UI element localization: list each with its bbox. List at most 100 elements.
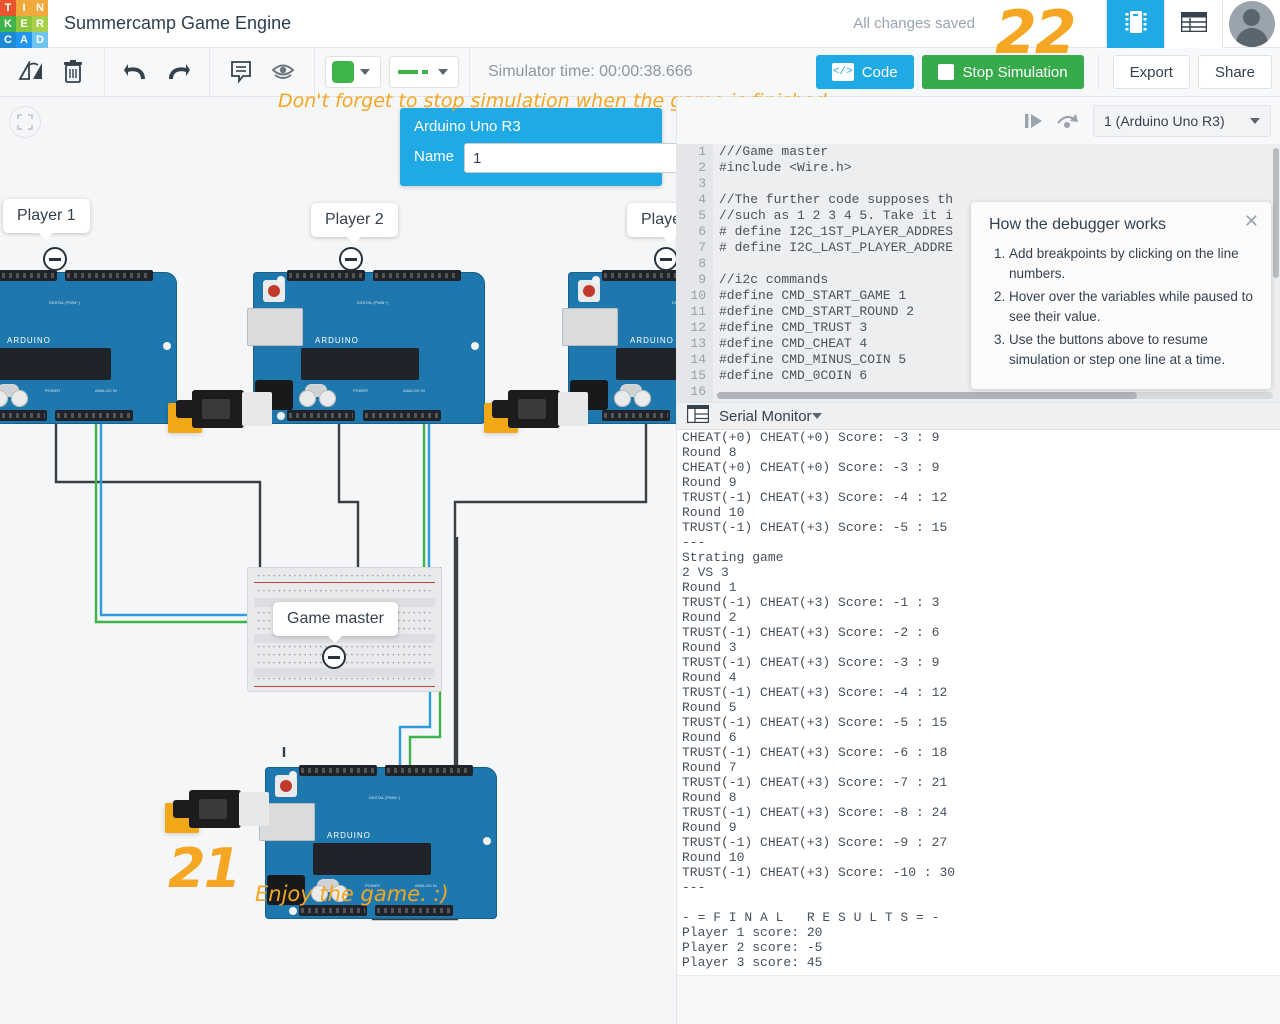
chevron-down-icon[interactable] (811, 413, 822, 419)
arduino-board-player1[interactable]: ARDUINO DIGITAL (PWM~) POWER ANALOG IN (0, 270, 177, 432)
serial-line: TRUST(-1) CHEAT(+3) Score: -4 : 12 (682, 685, 948, 700)
annotation-step-21-text: Enjoy the game. :) (255, 882, 449, 906)
wire-type-picker[interactable] (389, 56, 459, 88)
line-number[interactable]: 16 (677, 384, 713, 400)
code-line: #include <Wire.h> (719, 160, 852, 175)
component-name-label: Name (414, 148, 455, 165)
circuits-view-button[interactable] (1106, 0, 1164, 48)
code-button-label: Code (861, 63, 898, 81)
serial-line: Player 3 score: 45 (682, 955, 823, 970)
serial-line: TRUST(-1) CHEAT(+3) Score: -3 : 9 (682, 655, 940, 670)
collapse-badge-game-master[interactable] (322, 645, 346, 669)
serial-line: --- (682, 880, 706, 895)
component-name-input[interactable] (464, 143, 682, 173)
usb-cable-player3[interactable] (484, 390, 594, 433)
document-title: Summercamp Game Engine (64, 13, 292, 33)
serial-line: Round 4 (682, 670, 737, 685)
component-panel-title: Arduino Uno R3 (414, 118, 521, 135)
board-selector[interactable]: 1 (Arduino Uno R3) (1093, 104, 1271, 137)
serial-line: - = F I N A L R E S U L T S = - (682, 910, 940, 925)
component-label-player-3[interactable]: Player 3 (627, 203, 676, 244)
line-number[interactable]: 15 (677, 368, 713, 384)
fit-to-screen-icon (17, 114, 33, 130)
trash-icon[interactable] (52, 48, 94, 97)
serial-line (681, 895, 1280, 910)
serial-line: CHEAT(+0) CHEAT(+0) Score: -3 : 9 (682, 430, 940, 445)
collapse-badge-player-2[interactable] (339, 247, 363, 271)
annotation-step-21-number: 21 (168, 837, 241, 900)
chevron-down-icon (360, 69, 370, 75)
tinkercad-logo[interactable]: TINKERCAD (0, 0, 48, 48)
component-label-player-2[interactable]: Player 2 (311, 203, 398, 244)
avatar (1228, 1, 1275, 47)
logo-tile: N (32, 0, 48, 16)
arduino-board-player2[interactable]: ARDUINO DIGITAL (PWM~) POWER ANALOG IN (247, 270, 485, 432)
editor-horizontal-scrollbar[interactable] (717, 392, 1273, 399)
line-number[interactable]: 1 (677, 144, 713, 160)
logo-tile: D (32, 31, 48, 48)
line-number[interactable]: 12 (677, 320, 713, 336)
redo-icon[interactable] (157, 48, 199, 97)
logo-tile: T (0, 0, 16, 16)
serial-monitor-header[interactable]: Serial Monitor (677, 402, 1280, 430)
serial-line: Round 9 (682, 820, 737, 835)
code-button[interactable]: </> Code (815, 55, 914, 89)
line-number[interactable]: 14 (677, 352, 713, 368)
collapse-badge-player-1[interactable] (43, 247, 67, 271)
line-number[interactable]: 7 (677, 240, 713, 256)
serial-monitor-output[interactable]: CHEAT(+0) CHEAT(+0) Score: -3 : 9 Round 8… (677, 430, 1280, 975)
circuit-chip-icon (1125, 9, 1147, 40)
logo-tile: A (16, 31, 32, 48)
close-icon[interactable]: ✕ (1244, 212, 1259, 230)
usb-cable-player2[interactable] (168, 390, 278, 433)
component-label-text: Player 2 (325, 211, 384, 228)
components-panel-button[interactable] (1164, 0, 1222, 48)
serial-line: 2 VS 3 (682, 565, 729, 580)
toolbar-divider (1097, 54, 1099, 90)
resume-simulation-icon[interactable] (1017, 104, 1051, 138)
code-panel: 1 (Arduino Uno R3) 1 2 3 4 5 6 7 8 9 10 11 12 13 14 15… (676, 97, 1280, 1024)
serial-line: TRUST(-1) CHEAT(+3) Score: -5 : 15 (682, 715, 948, 730)
editor-vertical-scrollbar[interactable] (1273, 148, 1279, 278)
collapse-badge-player-3[interactable] (654, 247, 676, 271)
wire-style-preview (398, 70, 428, 74)
line-number[interactable]: 2 (677, 160, 713, 176)
undo-icon[interactable] (115, 48, 157, 97)
serial-line: Round 6 (682, 730, 737, 745)
line-number[interactable]: 9 (677, 272, 713, 288)
line-number-gutter[interactable]: 1 2 3 4 5 6 7 8 9 10 11 12 13 14 15 16 (677, 144, 713, 402)
line-number[interactable]: 11 (677, 304, 713, 320)
component-label-text: Game master (287, 610, 384, 627)
user-menu[interactable] (1222, 0, 1280, 48)
line-number[interactable]: 5 (677, 208, 713, 224)
code-editor[interactable]: 1 2 3 4 5 6 7 8 9 10 11 12 13 14 15 16 ///Game master #i… (677, 144, 1280, 402)
component-label-game-master[interactable]: Game master (273, 602, 398, 643)
line-number[interactable]: 3 (677, 176, 713, 192)
line-number[interactable]: 10 (677, 288, 713, 304)
component-label-player-1[interactable]: Player 1 (3, 199, 90, 240)
rotate-icon[interactable] (10, 48, 52, 97)
transform-group (0, 47, 105, 97)
history-group (105, 47, 210, 97)
simulator-time: Simulator time: 00:00:38.666 (488, 63, 693, 80)
line-number[interactable]: 8 (677, 256, 713, 272)
serial-monitor-icon (686, 404, 710, 428)
share-button[interactable]: Share (1197, 55, 1272, 89)
serial-monitor-title: Serial Monitor (719, 407, 812, 425)
logo-tile: R (32, 15, 48, 32)
list-item: Hover over the variables while paused to… (1009, 287, 1255, 327)
serial-line: Round 3 (682, 640, 737, 655)
export-button[interactable]: Export (1112, 55, 1190, 89)
notes-icon[interactable] (220, 48, 262, 97)
fit-to-screen-button[interactable] (9, 106, 41, 138)
component-properties-panel[interactable]: Arduino Uno R3 Name (400, 108, 682, 186)
step-over-icon[interactable] (1051, 104, 1085, 138)
line-number[interactable]: 6 (677, 224, 713, 240)
list-item: Add breakpoints by clicking on the line … (1009, 244, 1255, 284)
usb-cable-gamemaster[interactable] (165, 790, 275, 833)
wire-color-picker[interactable] (325, 56, 381, 88)
annotation-step-22-number: 22 (995, 0, 1076, 68)
circuit-canvas[interactable]: ARDUINO DIGITAL (PWM~) POWER ANALOG IN A… (0, 97, 676, 1024)
line-number[interactable]: 13 (677, 336, 713, 352)
line-number[interactable]: 4 (677, 192, 713, 208)
